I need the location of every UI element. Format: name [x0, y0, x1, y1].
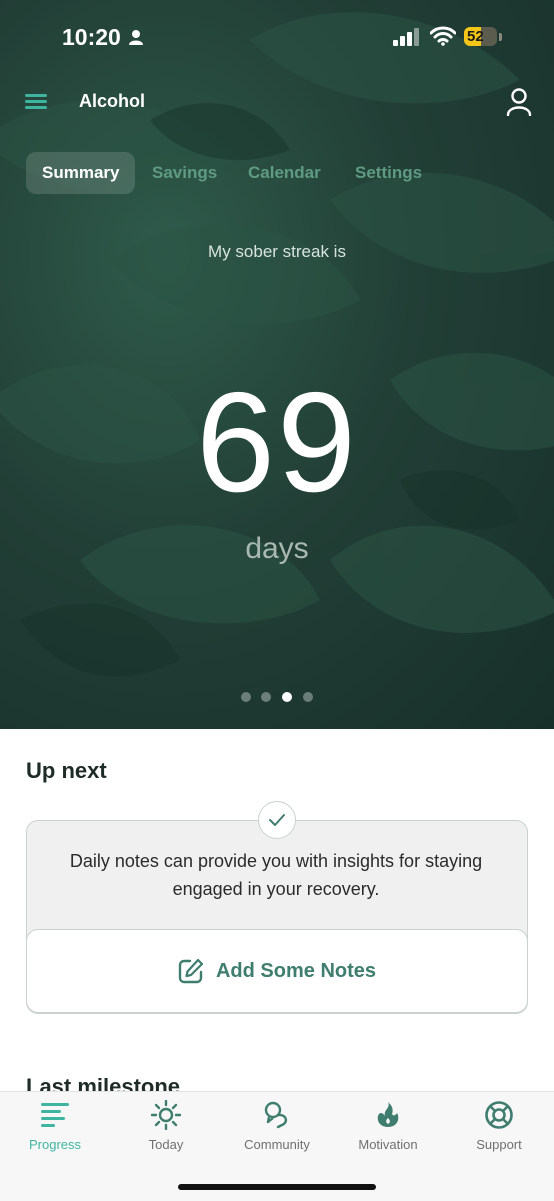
top-bar: Alcohol — [0, 76, 554, 128]
nav-label: Progress — [28, 1137, 82, 1152]
battery-cap — [499, 33, 502, 41]
status-time: 10:20 — [62, 24, 121, 50]
community-icon — [264, 1101, 288, 1129]
tab-summary[interactable]: Summary — [26, 152, 136, 194]
page-title: Alcohol — [79, 91, 145, 111]
up-next-description: Daily notes can provide you with insight… — [69, 851, 483, 899]
flame-icon — [377, 1102, 399, 1127]
nav-label: Support — [476, 1137, 522, 1152]
up-next-title: Up next — [26, 758, 107, 783]
nav-support[interactable]: Support — [444, 1092, 554, 1162]
carousel-dot[interactable] — [241, 692, 251, 702]
nav-progress[interactable]: Progress — [0, 1092, 110, 1162]
battery-percent: 52 — [467, 28, 484, 45]
menu-icon[interactable] — [25, 94, 47, 110]
nav-today[interactable]: Today — [111, 1092, 221, 1162]
streak-count: 69 — [196, 363, 358, 522]
status-bar: 10:20 52 — [0, 0, 554, 76]
nav-motivation[interactable]: Motivation — [333, 1092, 443, 1162]
add-notes-label: Add Some Notes — [215, 959, 377, 982]
carousel-dot[interactable] — [261, 692, 271, 702]
profile-icon[interactable] — [506, 88, 532, 116]
battery-icon: 52 — [464, 27, 497, 46]
add-notes-button[interactable]: Add Some Notes — [26, 929, 528, 1013]
edit-note-icon — [178, 958, 204, 984]
streak-label: My sober streak is — [208, 242, 346, 261]
streak-unit: days — [245, 532, 309, 565]
nav-label: Today — [148, 1137, 184, 1152]
nav-label: Community — [244, 1137, 310, 1152]
tab-settings[interactable]: Settings — [355, 152, 422, 194]
carousel-dot[interactable] — [303, 692, 313, 702]
check-icon — [258, 801, 296, 839]
sun-icon — [151, 1100, 181, 1130]
tab-savings[interactable]: Savings — [152, 152, 217, 194]
wifi-icon — [430, 26, 456, 46]
signal-icon — [393, 28, 419, 46]
progress-icon — [41, 1103, 69, 1127]
nav-label: Motivation — [358, 1137, 418, 1152]
carousel-dot-active[interactable] — [282, 692, 292, 702]
home-indicator — [178, 1184, 376, 1190]
lifebuoy-icon — [485, 1101, 513, 1129]
tab-calendar[interactable]: Calendar — [248, 152, 321, 194]
nav-community[interactable]: Community — [222, 1092, 332, 1162]
person-icon — [129, 30, 143, 45]
